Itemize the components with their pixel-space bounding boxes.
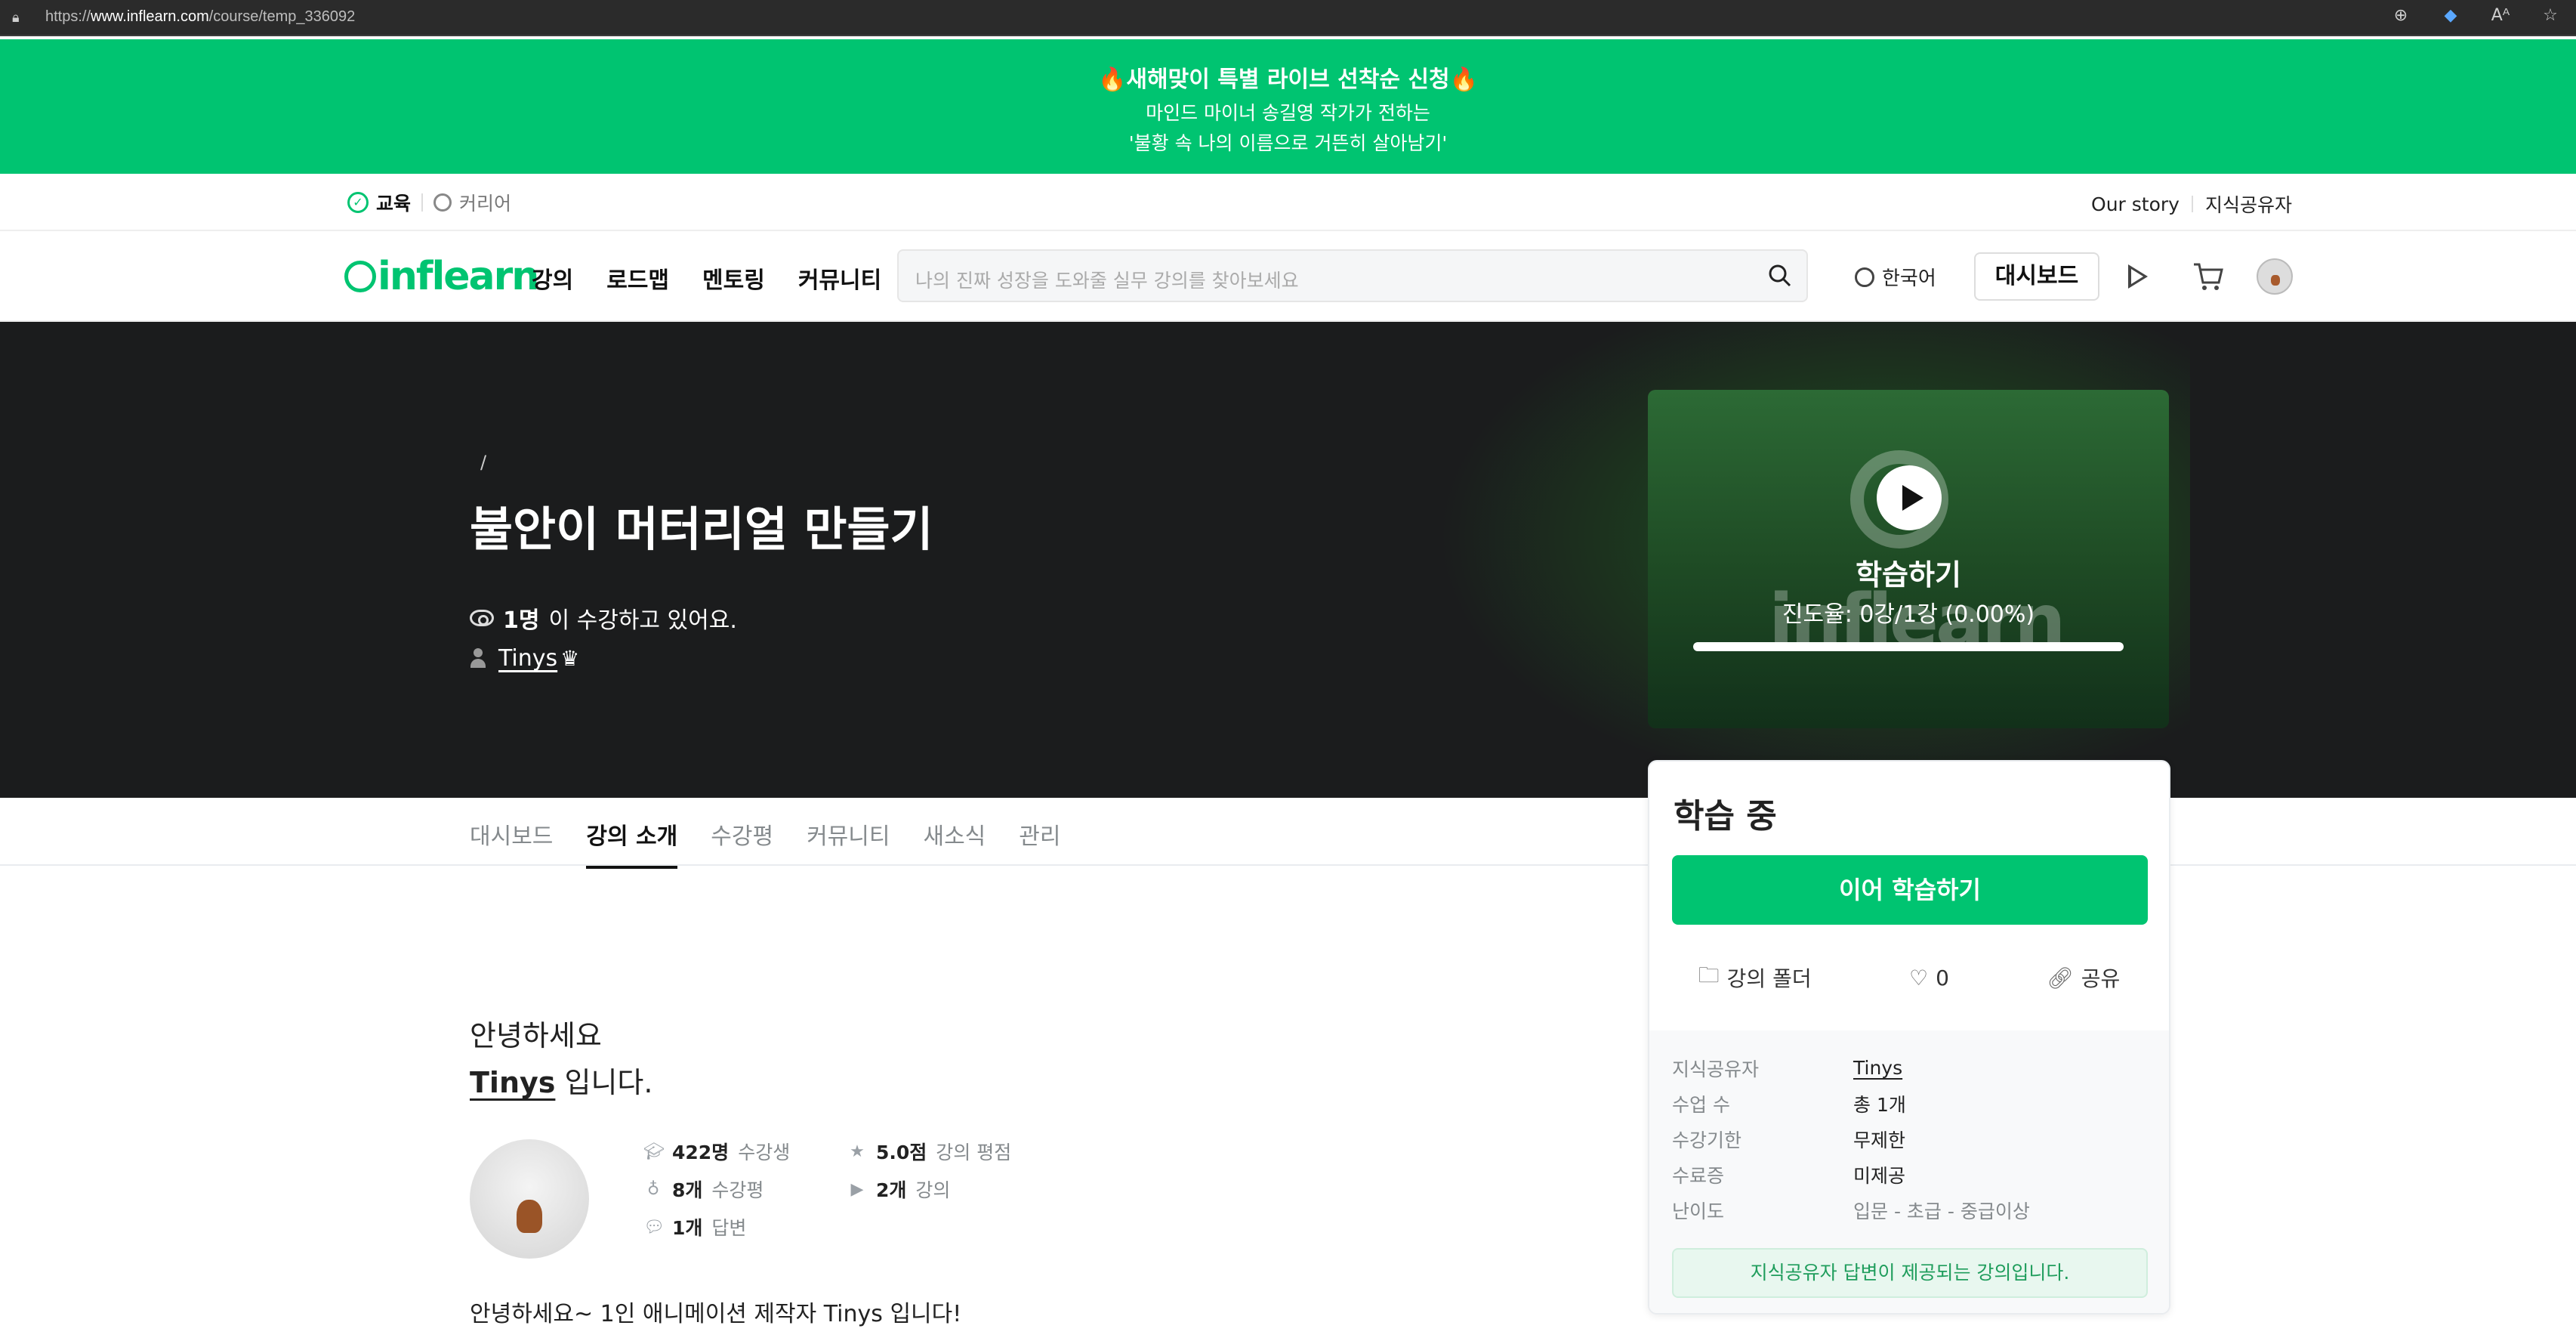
zoom-icon[interactable]: ⊕ [2390,6,2411,25]
info-label: 수료증 [1672,1164,1725,1187]
promo-line-2: '불황 속 나의 이름으로 거뜬히 살아남기' [1128,132,1448,154]
heart-icon: ♡ [1908,965,1929,990]
stat-students: 🎓︎ 422명 수강생 [643,1142,791,1163]
instructor-intro: 안녕하세요 Tinys 입니다. [470,1012,652,1106]
enrollment-card: 학습 중 이어 학습하기 🗀︎ 강의 폴더 ♡ 0 🔗︎ 공유 지식공유자 Tinys … [1648,760,2170,1315]
promo-banner[interactable]: 🔥새해맞이 특별 라이브 선착순 신청🔥 마인드 마이너 송길영 작가가 전하는… [0,39,2576,174]
course-title: 불안이 머터리얼 만들기 [470,502,933,557]
cart-icon[interactable] [2192,260,2225,293]
graduation-cap-icon: 🎓︎ [643,1142,665,1161]
course-tabs: 대시보드 강의 소개 수강평 커뮤니티 새소식 관리 [0,798,2576,869]
info-label: 지식공유자 [1672,1058,1760,1080]
folder-icon: 🗀︎ [1698,962,1720,987]
viewers-text: 이 수강하고 있어요. [548,607,737,634]
tab-manage[interactable]: 관리 [1019,817,1060,869]
info-label: 수강기한 [1672,1129,1742,1151]
learning-status: 학습 중 [1674,797,1777,836]
career-icon [433,193,452,212]
user-icon [470,647,486,669]
read-aloud-icon[interactable]: Aᴬ [2490,6,2511,25]
info-value: 미제공 [1853,1164,1906,1187]
stat-rating: ★ 5.0점 강의 평점 [847,1138,1044,1165]
author-line: Tinys ♛ [470,645,579,672]
viewers-count: 1명 [503,607,540,634]
medal-icon: ♁ [646,1179,660,1199]
browser-address-bar: 🔒︎ https://www.inflearn.com/course/temp_… [0,0,2576,36]
author-link[interactable]: Tinys [498,645,557,672]
learn-label: 학습하기 [1856,558,1961,592]
instructor-link[interactable]: 지식공유자 [2205,190,2292,218]
promo-line-1: 마인드 마이너 송길영 작가가 전하는 [1146,102,1430,124]
answer-notice: 지식공유자 답변이 제공되는 강의입니다. [1672,1248,2148,1298]
play-button[interactable] [1877,465,1942,530]
progress-text: 진도율: 0강/1강 (0.00%) [1782,601,2035,628]
continue-learning-button[interactable]: 이어 학습하기 [1672,855,2148,925]
url-field[interactable]: https://www.inflearn.com/course/temp_336… [45,8,355,26]
career-tab[interactable]: 커리어 [433,189,511,216]
dashboard-button[interactable]: 대시보드 [1974,252,2099,301]
tab-community[interactable]: 커뮤니티 [807,817,890,869]
our-story-link[interactable]: Our story [2091,193,2180,215]
tab-news[interactable]: 새소식 [923,817,986,869]
viewers-line: 1명 이 수강하고 있어요. [470,601,737,635]
search-icon[interactable] [1767,263,1793,289]
tag-icon[interactable]: ◆ [2440,6,2461,25]
divider [421,193,424,212]
chat-bubbles-icon: 💬︎ [643,1217,665,1237]
like-button[interactable]: ♡ 0 [1909,959,1949,996]
favorite-star-icon[interactable]: ☆ [2540,6,2561,25]
edu-icon: ✓ [347,192,369,213]
course-hero: / 불안이 머터리얼 만들기 1명 이 수강하고 있어요. Tinys ♛ [0,322,2576,798]
star-icon: ★ [850,1142,865,1161]
stat-reviews: ♁ 8개 수강평 [643,1176,847,1203]
info-value: 총 1개 [1853,1093,1906,1116]
stat-courses: ▶ 2개 강의 [847,1176,1044,1203]
stat-answers: 💬︎ 1개 답변 [643,1217,747,1239]
folder-button[interactable]: 🗀︎ 강의 폴더 [1698,959,1812,996]
tab-course-intro[interactable]: 강의 소개 [586,817,678,869]
search-input[interactable]: 나의 진짜 성장을 도와줄 실무 강의를 찾아보세요 [897,249,1808,302]
instructor-link[interactable]: Tinys [1853,1050,2030,1086]
edu-tab[interactable]: ✓ 교육 [347,189,411,216]
instructor-avatar [470,1139,589,1259]
info-label: 난이도 [1672,1200,1725,1222]
play-circle-icon: ▶ [850,1179,864,1199]
inflearn-logo[interactable]: inflearn [344,254,539,299]
info-value: 무제한 [1853,1129,1906,1151]
divider [2191,196,2193,212]
tab-dashboard[interactable]: 대시보드 [470,817,553,869]
tab-reviews[interactable]: 수강평 [711,817,773,869]
play-icon[interactable] [2128,264,2148,289]
menu-courses[interactable]: 강의 [532,261,573,295]
menu-roadmap[interactable]: 로드맵 [606,261,669,295]
share-button[interactable]: 🔗︎ 공유 [2047,959,2120,996]
menu-community[interactable]: 커뮤니티 [798,261,881,295]
course-video-thumbnail[interactable]: inflearn 학습하기 진도율: 0강/1강 (0.00%) [1648,390,2169,728]
avatar[interactable] [2257,258,2293,295]
breadcrumb[interactable]: / [480,452,486,473]
info-label: 수업 수 [1672,1093,1730,1116]
top-nav: ✓ 교육 커리어 Our story 지식공유자 [0,174,2576,231]
lock-icon: 🔒︎ [12,10,20,26]
link-icon: 🔗︎ [2047,965,2074,990]
eye-icon [470,610,494,626]
greeting: 안녕하세요 [470,1019,602,1052]
course-info: 지식공유자 Tinys 수업 수 총 1개 수강기한 무제한 수료증 미제공 난이도 입문… [1649,1030,2169,1313]
logo-mark-icon [344,261,376,292]
menu-mentoring[interactable]: 멘토링 [702,261,765,295]
instructor-bio: 안녕하세요~ 1인 애니메이션 제작자 Tinys 입니다! [470,1301,962,1327]
search-placeholder: 나의 진짜 성장을 도와줄 실무 강의를 찾아보세요 [915,270,1299,292]
crown-icon: ♛ [560,646,580,671]
progress-bar [1693,642,2124,651]
instructor-stats: 🎓︎ 422명 수강생 ★ 5.0점 강의 평점 ♁ 8개 수강평 ▶ 2개 강의 💬︎ 1개 답변 [643,1138,1044,1240]
promo-title: 🔥새해맞이 특별 라이브 선착순 신청🔥 [1098,66,1478,93]
info-value: 입문 - 초급 - 중급이상 [1853,1200,2030,1222]
instructor-name[interactable]: Tinys [470,1066,555,1099]
language-selector[interactable]: 한국어 [1855,263,1936,291]
globe-icon [1855,267,1874,287]
intro-suffix: 입니다. [564,1066,653,1099]
main-nav: inflearn 강의 로드맵 멘토링 커뮤니티 나의 진짜 성장을 도와줄 실… [0,231,2576,322]
